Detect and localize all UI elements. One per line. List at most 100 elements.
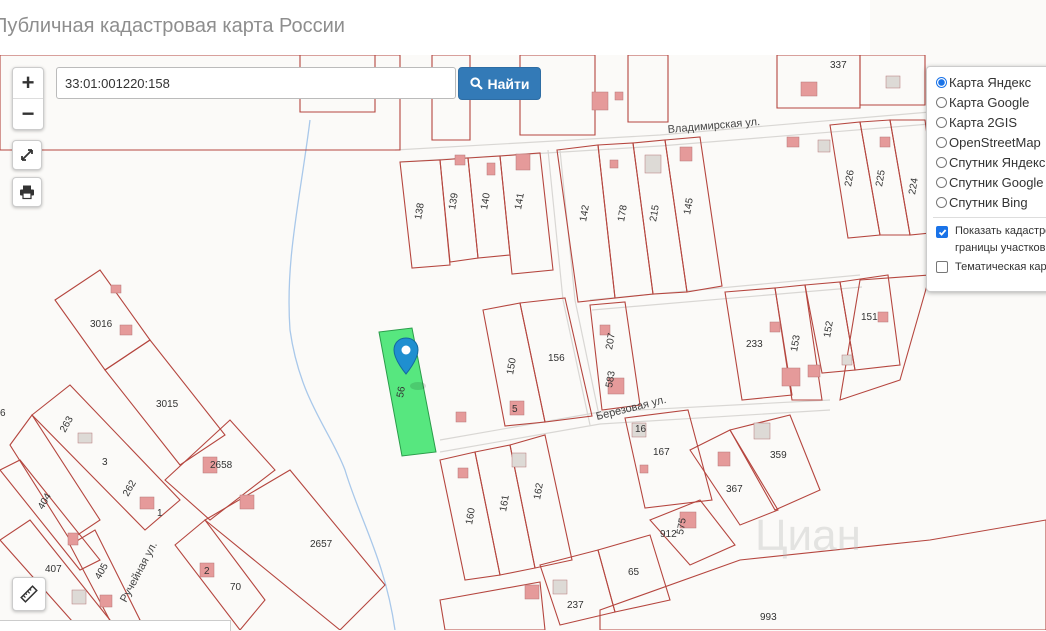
parcel-boundary[interactable]: [664, 136, 723, 293]
stream-line: [288, 119, 396, 630]
parcel-number-label: 167: [653, 447, 670, 458]
overlay-label-line1: Показать кадастровые: [955, 225, 1046, 237]
zoom-out-button[interactable]: −: [13, 98, 43, 129]
radio[interactable]: [936, 196, 947, 208]
parcel-boundary[interactable]: [499, 152, 554, 275]
building: [769, 321, 781, 333]
building: [679, 146, 693, 162]
layer-google-map[interactable]: Карта Google: [936, 92, 1029, 112]
parcel-number-label: 207: [604, 332, 618, 351]
overlay-cadastral-borders[interactable]: Показать кадастровые границы участков: [936, 223, 1046, 257]
zoom-in-button[interactable]: +: [13, 68, 43, 98]
building: [591, 91, 609, 111]
building: [644, 154, 662, 174]
layer-label: OpenStreetMap: [949, 134, 1041, 150]
parcel-number-label: 161: [498, 494, 512, 513]
cadastral-map[interactable]: 5 6 337 138 139 140 141 142 178 215 145 226 225 224 3…: [0, 55, 1046, 630]
parcel-number-label: 263: [58, 414, 76, 434]
layer-yandex-satellite[interactable]: Спутник Яндекс: [936, 152, 1045, 172]
cadastral-search-input[interactable]: [56, 67, 456, 99]
parcel-number-label: 404: [36, 491, 54, 511]
layer-google-satellite[interactable]: Спутник Google: [936, 172, 1044, 192]
search-button[interactable]: Найти: [458, 67, 541, 100]
parcel-number-label: 70: [230, 582, 242, 593]
radio[interactable]: [936, 136, 947, 148]
layer-label: Карта 2GIS: [949, 114, 1018, 130]
building: [110, 284, 122, 294]
parcel-number-label: 237: [567, 600, 584, 611]
checkbox-checked[interactable]: [936, 226, 948, 238]
parcel-number-label: 993: [760, 612, 777, 623]
print-button[interactable]: [12, 177, 42, 207]
building: [99, 594, 113, 608]
checkbox[interactable]: [936, 261, 948, 273]
parcel-boundary[interactable]: [174, 519, 266, 630]
street-label-berezovaya: Березовая ул.: [595, 394, 668, 423]
layer-switcher: Карта Яндекс Карта Google Карта 2GIS Ope…: [926, 66, 1046, 292]
parcel-boundary[interactable]: [627, 55, 669, 123]
radio[interactable]: [936, 156, 947, 168]
parcel-number-label: 2657: [310, 539, 333, 550]
building: [786, 136, 800, 148]
parcel-number-label: 575: [675, 517, 689, 536]
parcel-boundary[interactable]: [204, 469, 386, 630]
radio[interactable]: [936, 96, 947, 108]
radio[interactable]: [936, 176, 947, 188]
parcel-number-label: 367: [726, 484, 743, 495]
parcel-number-label: 337: [830, 60, 847, 71]
building: [71, 589, 87, 605]
building: [139, 496, 155, 510]
building: [455, 411, 467, 423]
parcel-number-label: 225: [874, 169, 888, 188]
building: [511, 452, 527, 468]
building: [885, 75, 901, 89]
building: [639, 464, 649, 474]
parcel-boundary[interactable]: [776, 55, 861, 109]
parcel-number-label: 224: [907, 177, 921, 196]
parcel-number-label: 407: [45, 564, 62, 575]
parcel-number-label: 138: [413, 202, 427, 221]
watermark-text: Циан: [755, 511, 861, 560]
parcel-number-label: 233: [746, 339, 763, 350]
parcel-boundary[interactable]: [439, 157, 479, 263]
layer-bing-satellite[interactable]: Спутник Bing: [936, 192, 1028, 212]
fullscreen-button[interactable]: [12, 140, 42, 170]
parcel-number-label: 162: [532, 482, 546, 501]
parcel-boundary[interactable]: [539, 549, 616, 626]
parcel-number-label: 262: [121, 478, 139, 498]
parcel-number-label: 226: [843, 169, 857, 188]
parcel-number-label: 2658: [210, 460, 233, 471]
ruler-icon: [20, 585, 38, 603]
parcel-number-label: 1: [157, 508, 163, 519]
parcel-boundary[interactable]: [0, 459, 101, 571]
search-icon: [469, 77, 483, 90]
check-icon: [938, 228, 946, 236]
printer-icon: [20, 185, 34, 200]
parcel-number-label: 142: [578, 204, 592, 223]
parcel-boundary[interactable]: [729, 414, 821, 511]
layer-osm[interactable]: OpenStreetMap: [936, 132, 1041, 152]
parcel-number-label: 5: [512, 404, 518, 415]
parcel-boundary[interactable]: [839, 274, 931, 401]
layer-2gis-map[interactable]: Карта 2GIS: [936, 112, 1017, 132]
building: [239, 494, 255, 510]
parcel-number-label: 2: [204, 566, 210, 577]
building: [717, 451, 731, 467]
building: [879, 136, 891, 148]
measure-button[interactable]: [12, 577, 46, 611]
parcel-number-label: 160: [464, 507, 478, 526]
parcel-number-label: 3016: [90, 319, 113, 330]
radio-selected[interactable]: [936, 76, 947, 88]
layer-label: Спутник Bing: [949, 194, 1028, 210]
page-title: Публичная кадастровая карта России: [0, 0, 870, 55]
radio[interactable]: [936, 116, 947, 128]
parcel-number-label: 405: [93, 561, 111, 581]
overlay-thematic-map[interactable]: Тематическая карта: [936, 257, 1046, 277]
layer-yandex-map[interactable]: Карта Яндекс: [936, 72, 1031, 92]
building: [609, 159, 619, 169]
building: [841, 354, 853, 366]
building: [524, 584, 540, 600]
building: [486, 162, 496, 176]
parcel-number-label: 141: [513, 192, 527, 211]
building: [119, 324, 133, 336]
